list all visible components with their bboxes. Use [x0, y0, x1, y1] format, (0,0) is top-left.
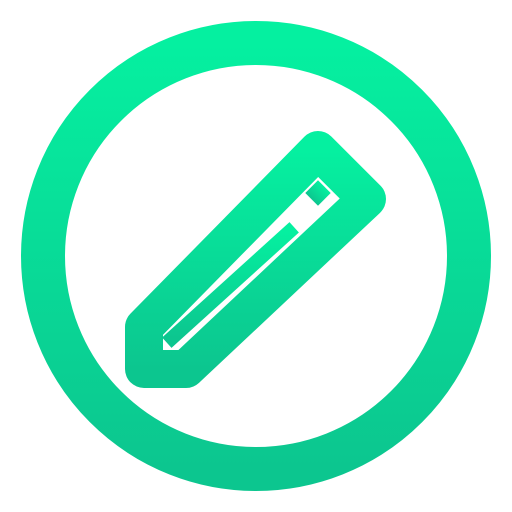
icon-canvas	[0, 0, 512, 512]
edit-pencil-icon[interactable]	[0, 0, 512, 512]
